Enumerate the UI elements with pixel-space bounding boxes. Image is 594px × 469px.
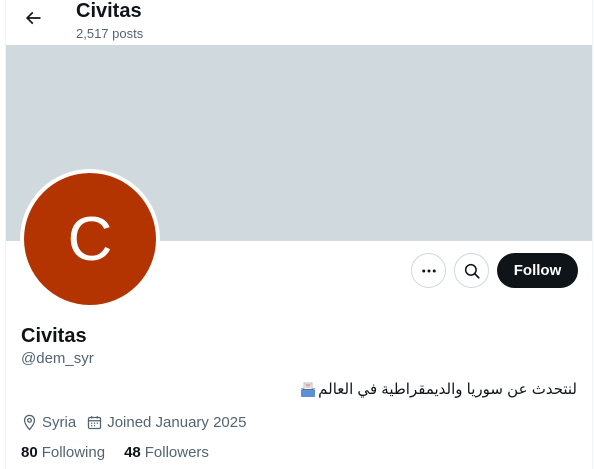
- profile-meta: Syria Joined January 2025: [21, 412, 256, 432]
- user-handle: @dem_syr: [21, 350, 94, 367]
- followers-count: 48: [124, 443, 141, 461]
- avatar-letter: C: [24, 173, 156, 305]
- following-count: 80: [21, 443, 38, 461]
- follow-button[interactable]: Follow: [497, 253, 578, 288]
- more-button[interactable]: [411, 253, 446, 288]
- following-link[interactable]: 80 Following: [21, 444, 105, 461]
- search-button[interactable]: [454, 253, 489, 288]
- ballot-box-icon: [301, 382, 316, 397]
- header-post-count: 2,517 posts: [76, 26, 144, 41]
- profile-header-bar: Civitas 2,517 posts: [6, 0, 592, 45]
- following-label: Following: [41, 443, 106, 461]
- bio-text: لنتحدث عن سوريا والديمقراطية في العالم: [318, 381, 577, 398]
- followers-label: Followers: [144, 443, 209, 461]
- location-pin-icon: [23, 414, 36, 431]
- calendar-icon: [88, 415, 102, 429]
- arrow-left-icon: [25, 11, 41, 25]
- more-icon: [421, 269, 436, 272]
- join-date: Joined January 2025: [86, 414, 246, 431]
- profile-bio: لنتحدث عن سوريا والديمقراطية في العالم: [300, 380, 577, 400]
- profile-page: Civitas 2,517 posts C Follow Civitas @de…: [0, 0, 594, 469]
- search-icon: [464, 263, 480, 279]
- back-button[interactable]: [19, 4, 47, 32]
- location-text: Syria: [42, 413, 77, 431]
- location: Syria: [21, 414, 76, 431]
- follow-stats: 80 Following 48 Followers: [21, 442, 228, 462]
- followers-link[interactable]: 48 Followers: [124, 444, 209, 461]
- column-border-right: [592, 0, 593, 469]
- join-date-text: Joined January 2025: [107, 413, 247, 431]
- header-title: Civitas: [76, 0, 142, 22]
- avatar[interactable]: C: [20, 169, 160, 309]
- display-name: Civitas: [21, 325, 87, 347]
